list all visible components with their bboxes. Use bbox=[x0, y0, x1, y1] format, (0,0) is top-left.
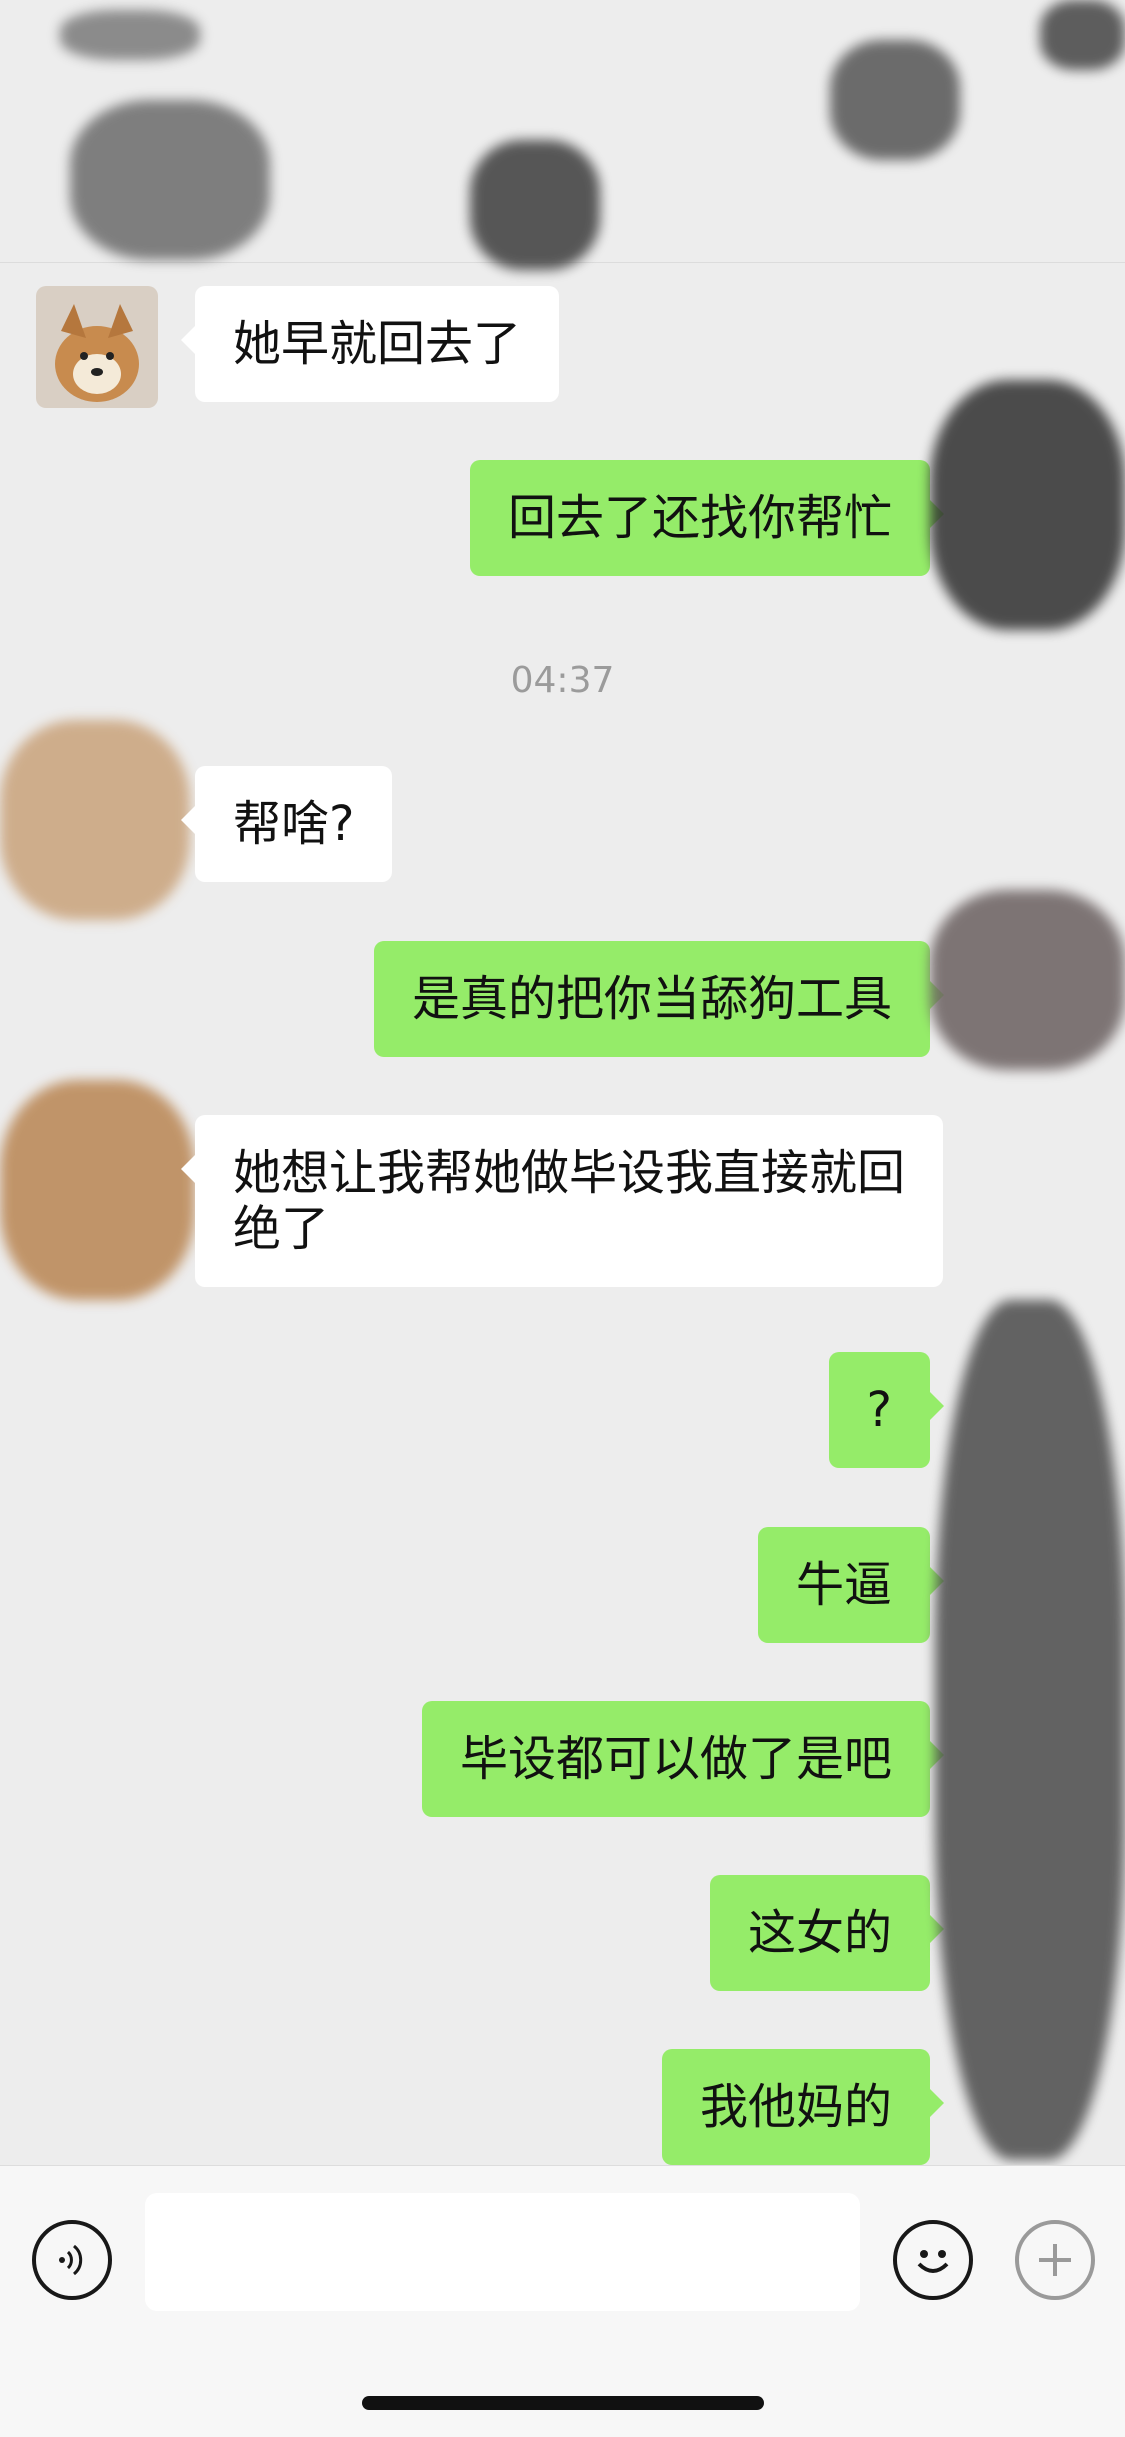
message-bubble-right[interactable]: ? bbox=[828, 1352, 945, 1468]
chat-header bbox=[0, 0, 1125, 270]
redaction-scribble bbox=[60, 10, 200, 60]
redaction-scribble bbox=[0, 1080, 195, 1300]
redaction-scribble bbox=[830, 40, 960, 160]
message-bubble-right[interactable]: 我他妈的 bbox=[661, 2049, 945, 2165]
message-bubble-left[interactable]: 她早就回去了 bbox=[180, 286, 560, 402]
home-indicator[interactable] bbox=[362, 2396, 764, 2410]
redaction-scribble bbox=[70, 100, 270, 260]
redaction-scribble bbox=[0, 720, 190, 920]
redaction-scribble bbox=[935, 1300, 1125, 2160]
contact-avatar[interactable] bbox=[36, 286, 158, 408]
message-timestamp: 04:37 bbox=[510, 660, 615, 701]
redaction-scribble bbox=[470, 140, 600, 270]
message-bubble-right[interactable]: 毕设都可以做了是吧 bbox=[421, 1701, 945, 1817]
redaction-scribble bbox=[930, 890, 1125, 1070]
redaction-scribble bbox=[930, 380, 1125, 630]
message-bubble-right[interactable]: 这女的 bbox=[709, 1875, 945, 1991]
emoji-icon[interactable] bbox=[893, 2220, 973, 2300]
message-bubble-left[interactable]: 帮啥? bbox=[180, 766, 393, 882]
message-bubble-left[interactable]: 她想让我帮她做毕设我直接就回绝了 bbox=[181, 1115, 943, 1287]
message-input[interactable] bbox=[145, 2193, 860, 2311]
voice-icon[interactable] bbox=[32, 2220, 112, 2300]
message-bubble-right[interactable]: 回去了还找你帮忙 bbox=[469, 460, 945, 576]
redaction-scribble bbox=[1040, 0, 1125, 70]
message-bubble-right[interactable]: 牛逼 bbox=[757, 1527, 945, 1643]
message-bubble-right[interactable]: 是真的把你当舔狗工具 bbox=[373, 941, 945, 1057]
plus-icon[interactable] bbox=[1015, 2220, 1095, 2300]
